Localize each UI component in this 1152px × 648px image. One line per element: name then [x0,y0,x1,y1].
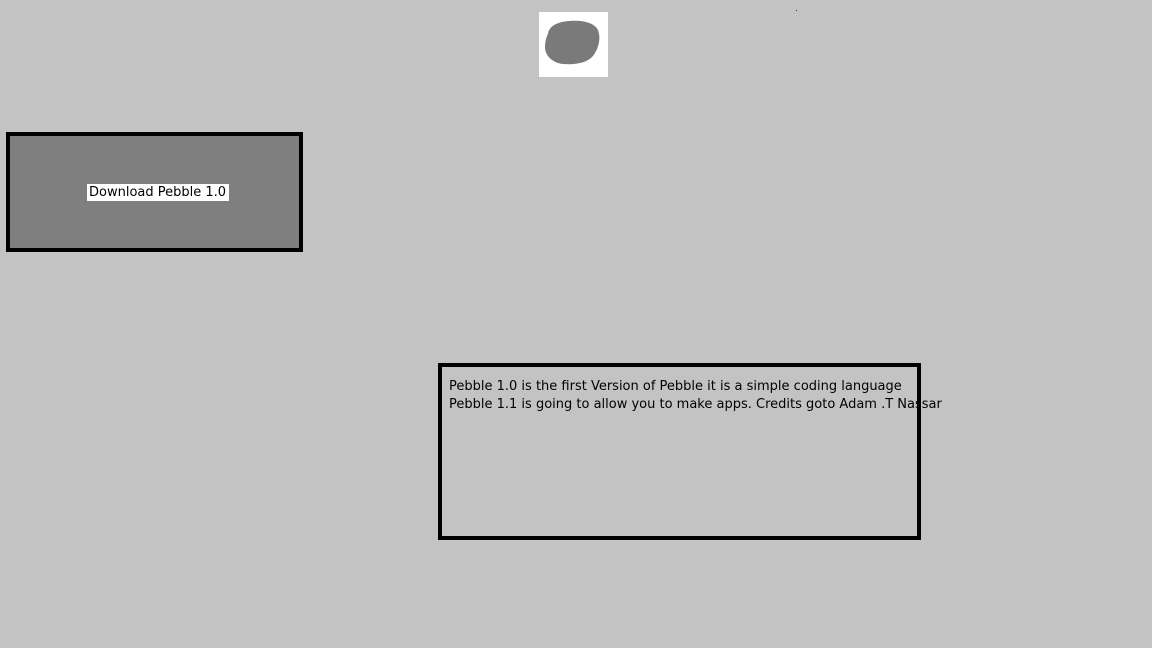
info-line-version-1-1: Pebble 1.1 is going to allow you to make… [449,397,942,412]
download-button-label: Download Pebble 1.0 [87,184,230,201]
page-canvas: Download Pebble 1.0 Pebble 1.0 is the fi… [0,0,1152,648]
pebble-logo-icon [545,20,600,65]
info-text-box: Pebble 1.0 is the first Version of Pebbl… [438,363,942,540]
pebble-logo [539,12,608,77]
info-line-version-1-0: Pebble 1.0 is the first Version of Pebbl… [449,379,902,394]
stray-dot [796,10,797,11]
download-pebble-button[interactable]: Download Pebble 1.0 [6,132,303,252]
